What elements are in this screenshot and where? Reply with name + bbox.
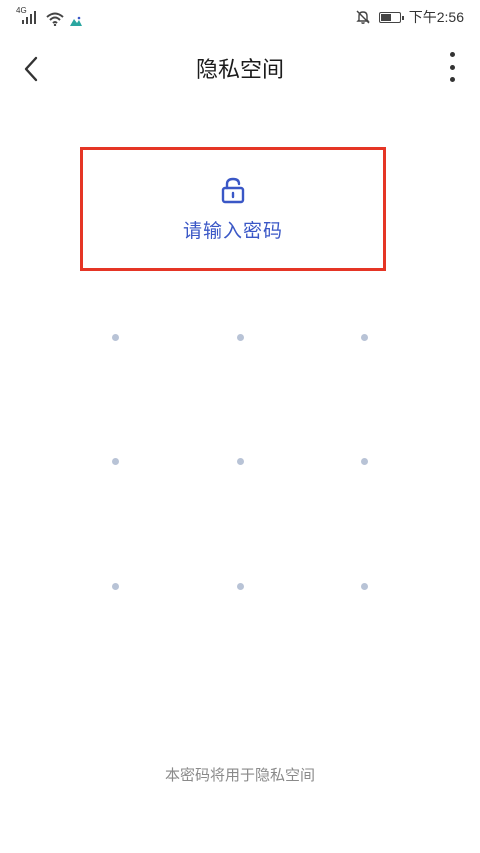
status-time: 下午2:56 [408, 9, 464, 25]
notifications-muted-icon [356, 10, 370, 24]
pattern-dot-8[interactable] [236, 582, 244, 590]
pattern-dot-5[interactable] [236, 457, 244, 465]
pattern-dot-9[interactable] [360, 582, 368, 590]
gallery-notification-icon [70, 16, 82, 26]
footer-note: 本密码将用于隐私空间 [164, 766, 315, 784]
status-bar: 4G 下午2:56 [0, 0, 480, 34]
pattern-dot-3[interactable] [360, 333, 368, 341]
pattern-dot-1[interactable] [111, 333, 119, 341]
password-prompt: 请输入密码 [80, 147, 386, 271]
app-header: 隐私空间 [0, 40, 480, 100]
battery-icon [378, 11, 404, 23]
more-vertical-icon[interactable] [446, 52, 458, 82]
pattern-dot-4[interactable] [111, 457, 119, 465]
cellular-signal-icon: 4G [16, 6, 40, 26]
page-title: 隐私空间 [195, 58, 284, 83]
pattern-dot-2[interactable] [236, 333, 244, 341]
unlock-icon [221, 177, 245, 203]
pattern-dot-7[interactable] [111, 582, 119, 590]
pattern-dot-6[interactable] [360, 457, 368, 465]
wifi-icon [46, 12, 64, 26]
prompt-text: 请输入密码 [182, 219, 283, 242]
pattern-lock-grid [0, 0, 480, 853]
